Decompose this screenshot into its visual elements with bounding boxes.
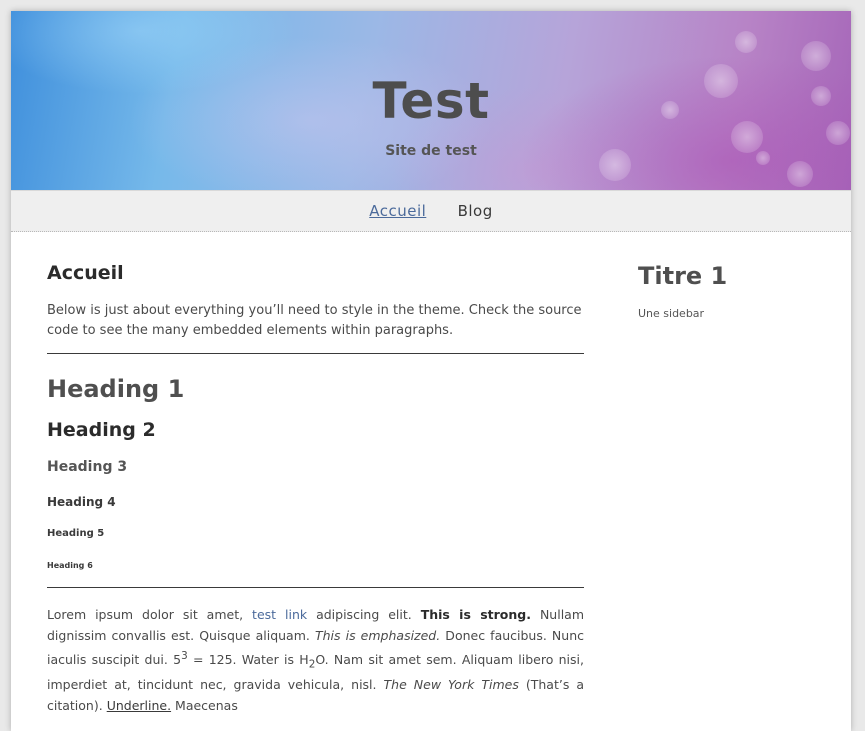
page: Test Site de test Accueil Blog Accueil B… xyxy=(11,11,851,731)
sidebar-text: Une sidebar xyxy=(638,307,705,320)
paragraph-text: adipiscing elit. xyxy=(307,607,421,622)
citation-text: The New York Times xyxy=(383,677,519,693)
paragraph-text: Maecenas xyxy=(171,697,238,713)
paragraph-text: = 125. Water is H xyxy=(187,652,309,668)
heading-4: Heading 4 xyxy=(47,495,116,509)
paragraph-text: Lorem ipsum dolor sit amet, xyxy=(47,607,253,622)
test-link[interactable]: test link xyxy=(252,607,307,622)
strong-text: This is strong. xyxy=(420,607,531,622)
site-title[interactable]: Test xyxy=(11,71,851,131)
site-description: Site de test xyxy=(385,143,477,159)
divider xyxy=(47,587,584,588)
page-title: Accueil xyxy=(47,262,124,284)
intro-paragraph: Below is just about everything you’ll ne… xyxy=(47,303,582,338)
header-bokeh-decoration xyxy=(735,31,757,53)
superscript-text: 3 xyxy=(181,650,188,662)
header-bokeh-decoration xyxy=(801,41,831,71)
main-navigation: Accueil Blog xyxy=(11,190,851,232)
main-content: Accueil Below is just about everything y… xyxy=(47,261,584,716)
heading-6: Heading 6 xyxy=(47,561,93,570)
emphasized-text: This is emphasized. xyxy=(314,627,441,643)
underlined-text: Underline. xyxy=(106,697,172,713)
divider xyxy=(47,353,584,354)
heading-1: Heading 1 xyxy=(47,375,185,403)
nav-item-accueil[interactable]: Accueil xyxy=(369,191,426,231)
sidebar-title: Titre 1 xyxy=(638,262,728,290)
heading-2: Heading 2 xyxy=(47,419,156,441)
sidebar: Titre 1 Une sidebar xyxy=(638,261,828,320)
site-header: Test Site de test xyxy=(11,11,851,190)
lorem-paragraph: Lorem ipsum dolor sit amet, test link ad… xyxy=(47,605,584,716)
heading-3: Heading 3 xyxy=(47,459,128,475)
nav-item-blog[interactable]: Blog xyxy=(458,191,493,231)
header-bokeh-decoration xyxy=(787,161,813,187)
heading-5: Heading 5 xyxy=(47,528,105,539)
